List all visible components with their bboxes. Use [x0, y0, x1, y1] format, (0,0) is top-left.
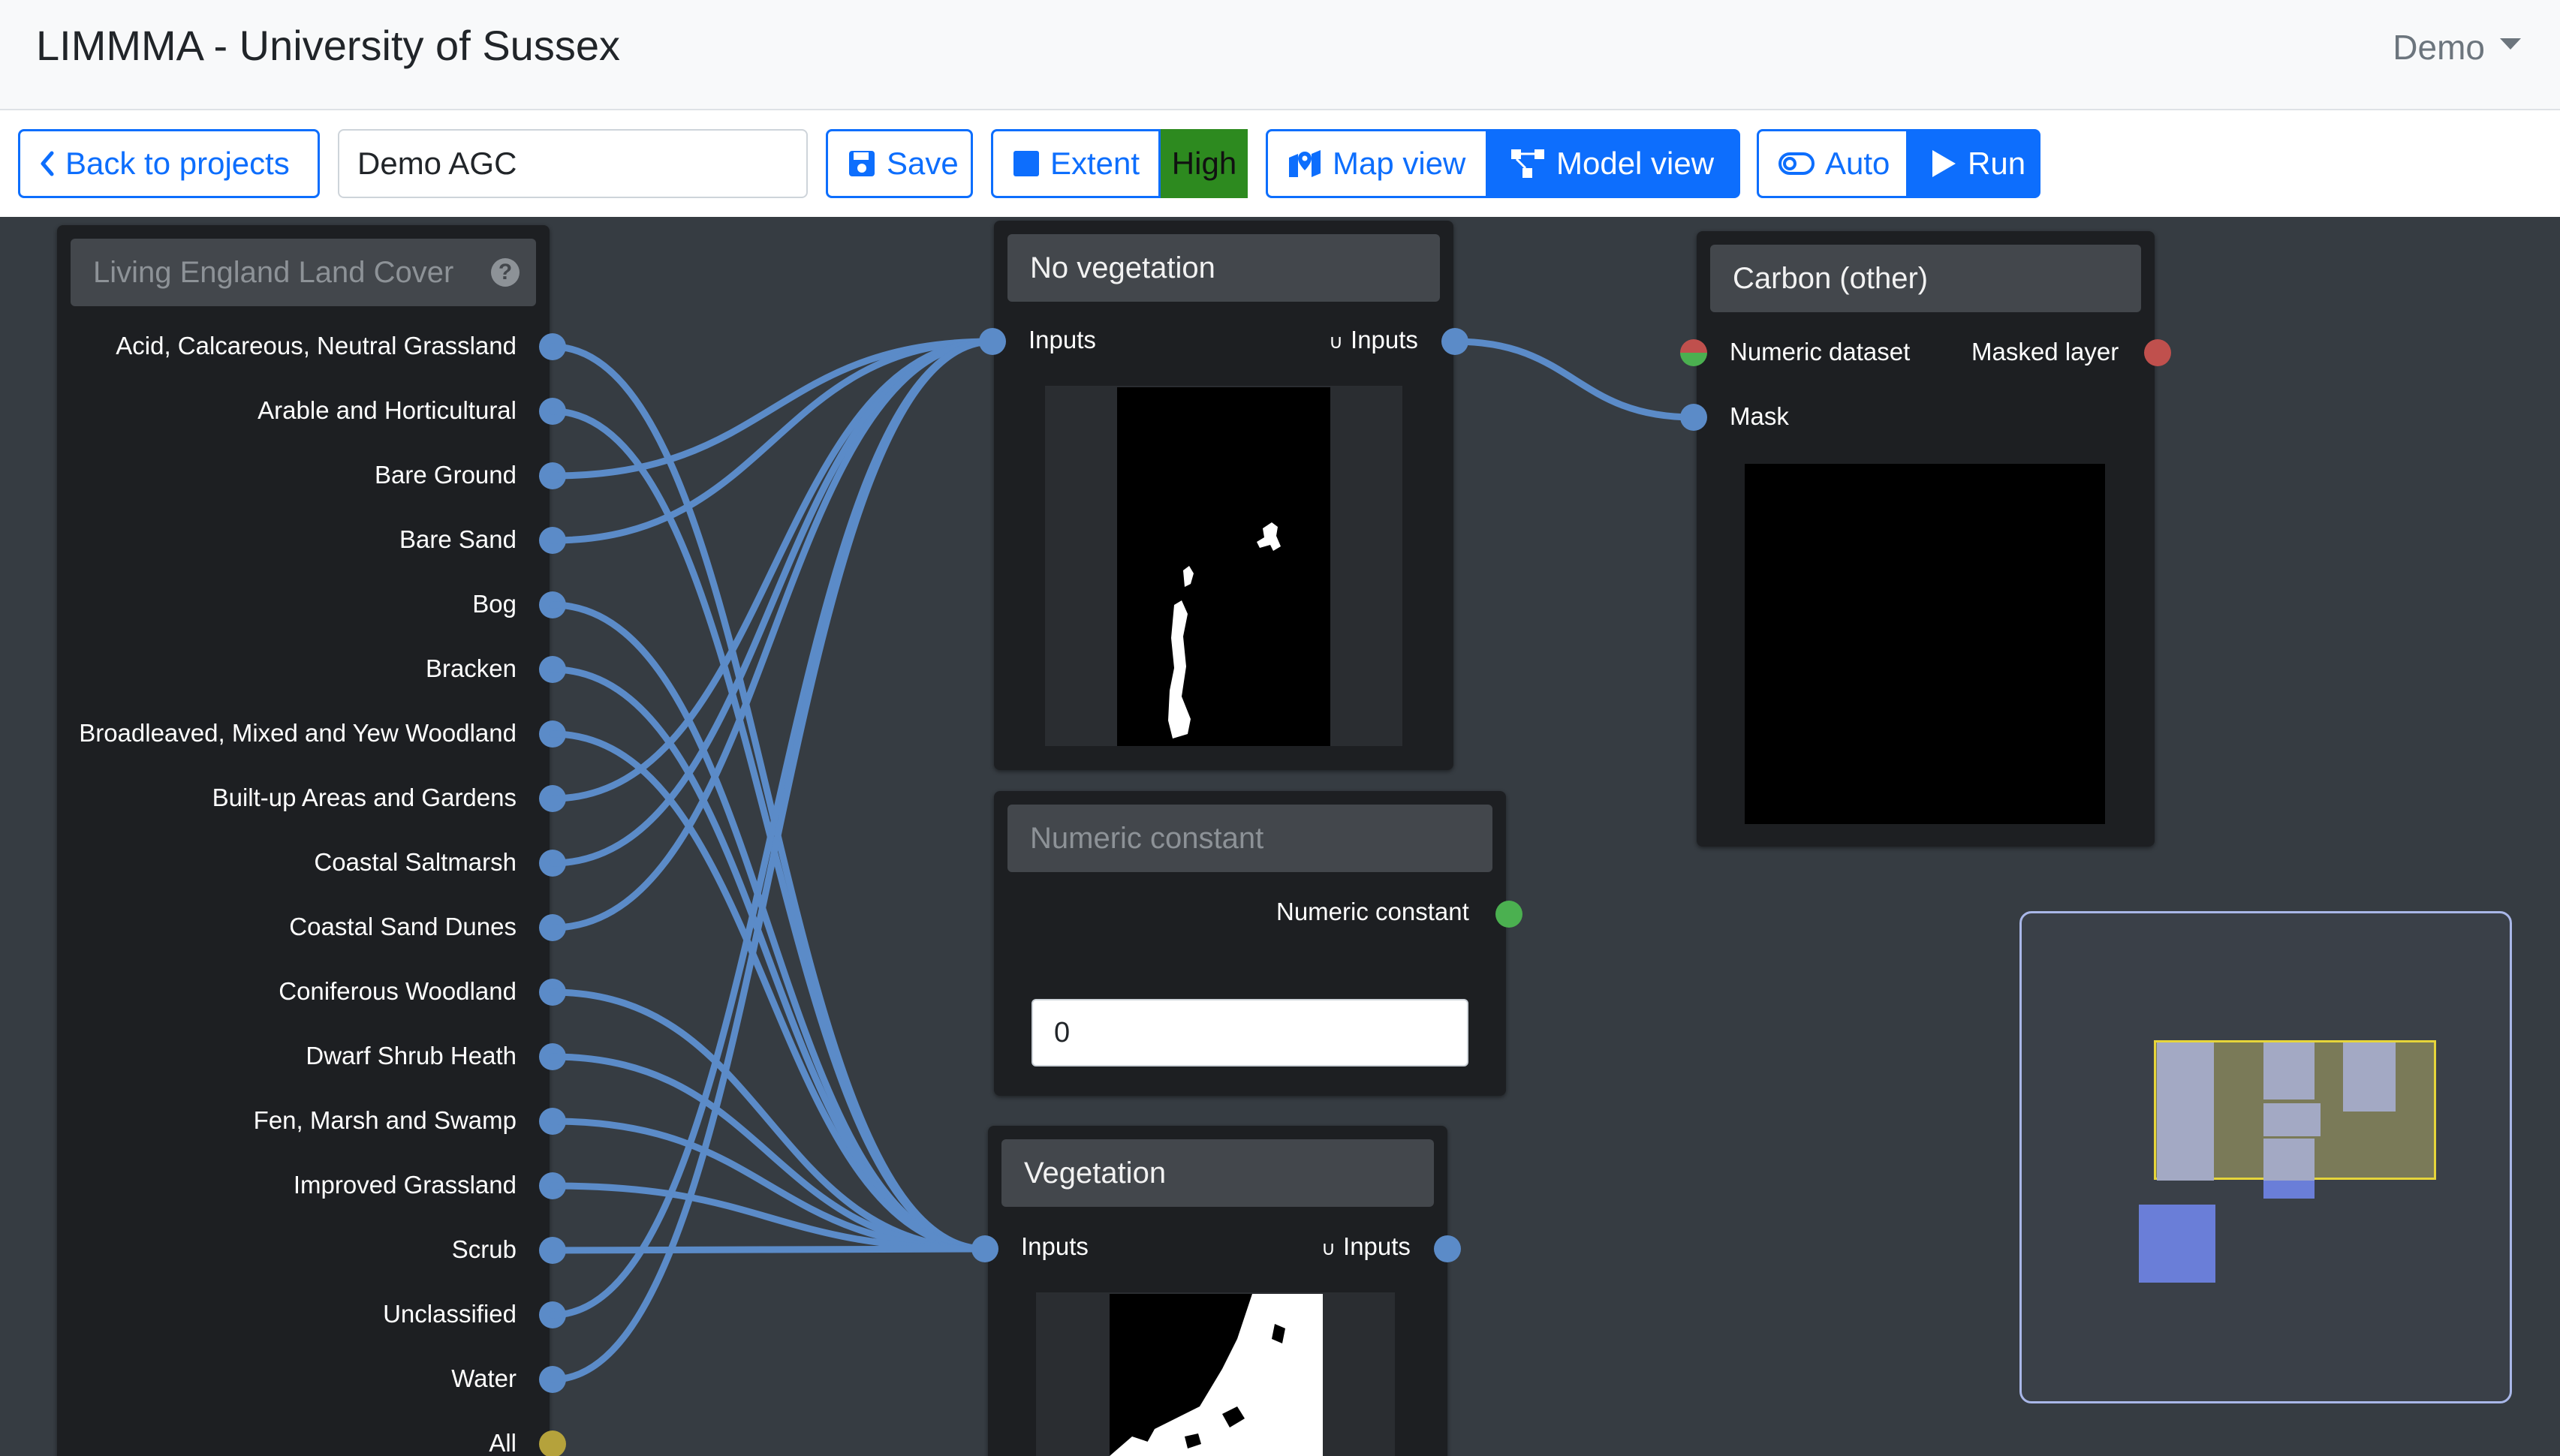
minimap-node-land-cover [2157, 1042, 2214, 1181]
no-vegetation-output-port[interactable] [1441, 328, 1468, 355]
carbon-masked-output-label: Masked layer [1971, 338, 2119, 366]
carbon-mask-input-label: Mask [1730, 402, 1789, 430]
wire-land-cover-10[interactable] [549, 988, 989, 1253]
vegetation-output-port[interactable] [1434, 1235, 1461, 1262]
carbon-mask-input-port[interactable] [1680, 404, 1707, 431]
wire-land-cover-14[interactable] [549, 1245, 989, 1254]
vegetation-input-port[interactable] [971, 1235, 998, 1262]
no-vegetation-input-label: Inputs [1029, 326, 1096, 353]
no-vegetation-input-port[interactable] [979, 328, 1006, 355]
numeric-constant-output-port[interactable] [1495, 901, 1522, 928]
union-symbol: ∪ [1329, 330, 1344, 353]
carbon-numeric-input-port[interactable] [1680, 339, 1707, 366]
carbon-masked-output-port[interactable] [2144, 339, 2171, 366]
wire-land-cover-5[interactable] [549, 666, 989, 1253]
minimap-node-offscreen [2139, 1205, 2215, 1283]
minimap[interactable] [2019, 911, 2512, 1403]
minimap-node-carbon-other [2343, 1042, 2396, 1112]
vegetation-output-label: ∪ Inputs [1321, 1232, 1411, 1261]
app-root: LIMMMA - University of Sussex Demo Back … [0, 0, 2560, 1456]
no-vegetation-output-text: Inputs [1351, 326, 1418, 353]
wire-no-vegetation-to-mask[interactable] [1451, 338, 1697, 421]
vegetation-input-label: Inputs [1021, 1232, 1089, 1260]
no-vegetation-output-label: ∪ Inputs [1329, 326, 1418, 354]
carbon-numeric-input-label: Numeric dataset [1730, 338, 1911, 366]
wire-land-cover-0[interactable] [549, 343, 989, 1253]
union-symbol: ∪ [1321, 1237, 1336, 1259]
vegetation-output-text: Inputs [1343, 1232, 1411, 1260]
minimap-node-vegetation [2263, 1139, 2315, 1199]
wire-land-cover-15[interactable] [549, 338, 996, 1319]
numeric-constant-output-label: Numeric constant [1276, 898, 1469, 925]
numeric-constant-value-input[interactable] [1032, 999, 1468, 1066]
minimap-node-no-vegetation [2263, 1042, 2315, 1100]
minimap-node-numeric-constant [2263, 1103, 2321, 1136]
